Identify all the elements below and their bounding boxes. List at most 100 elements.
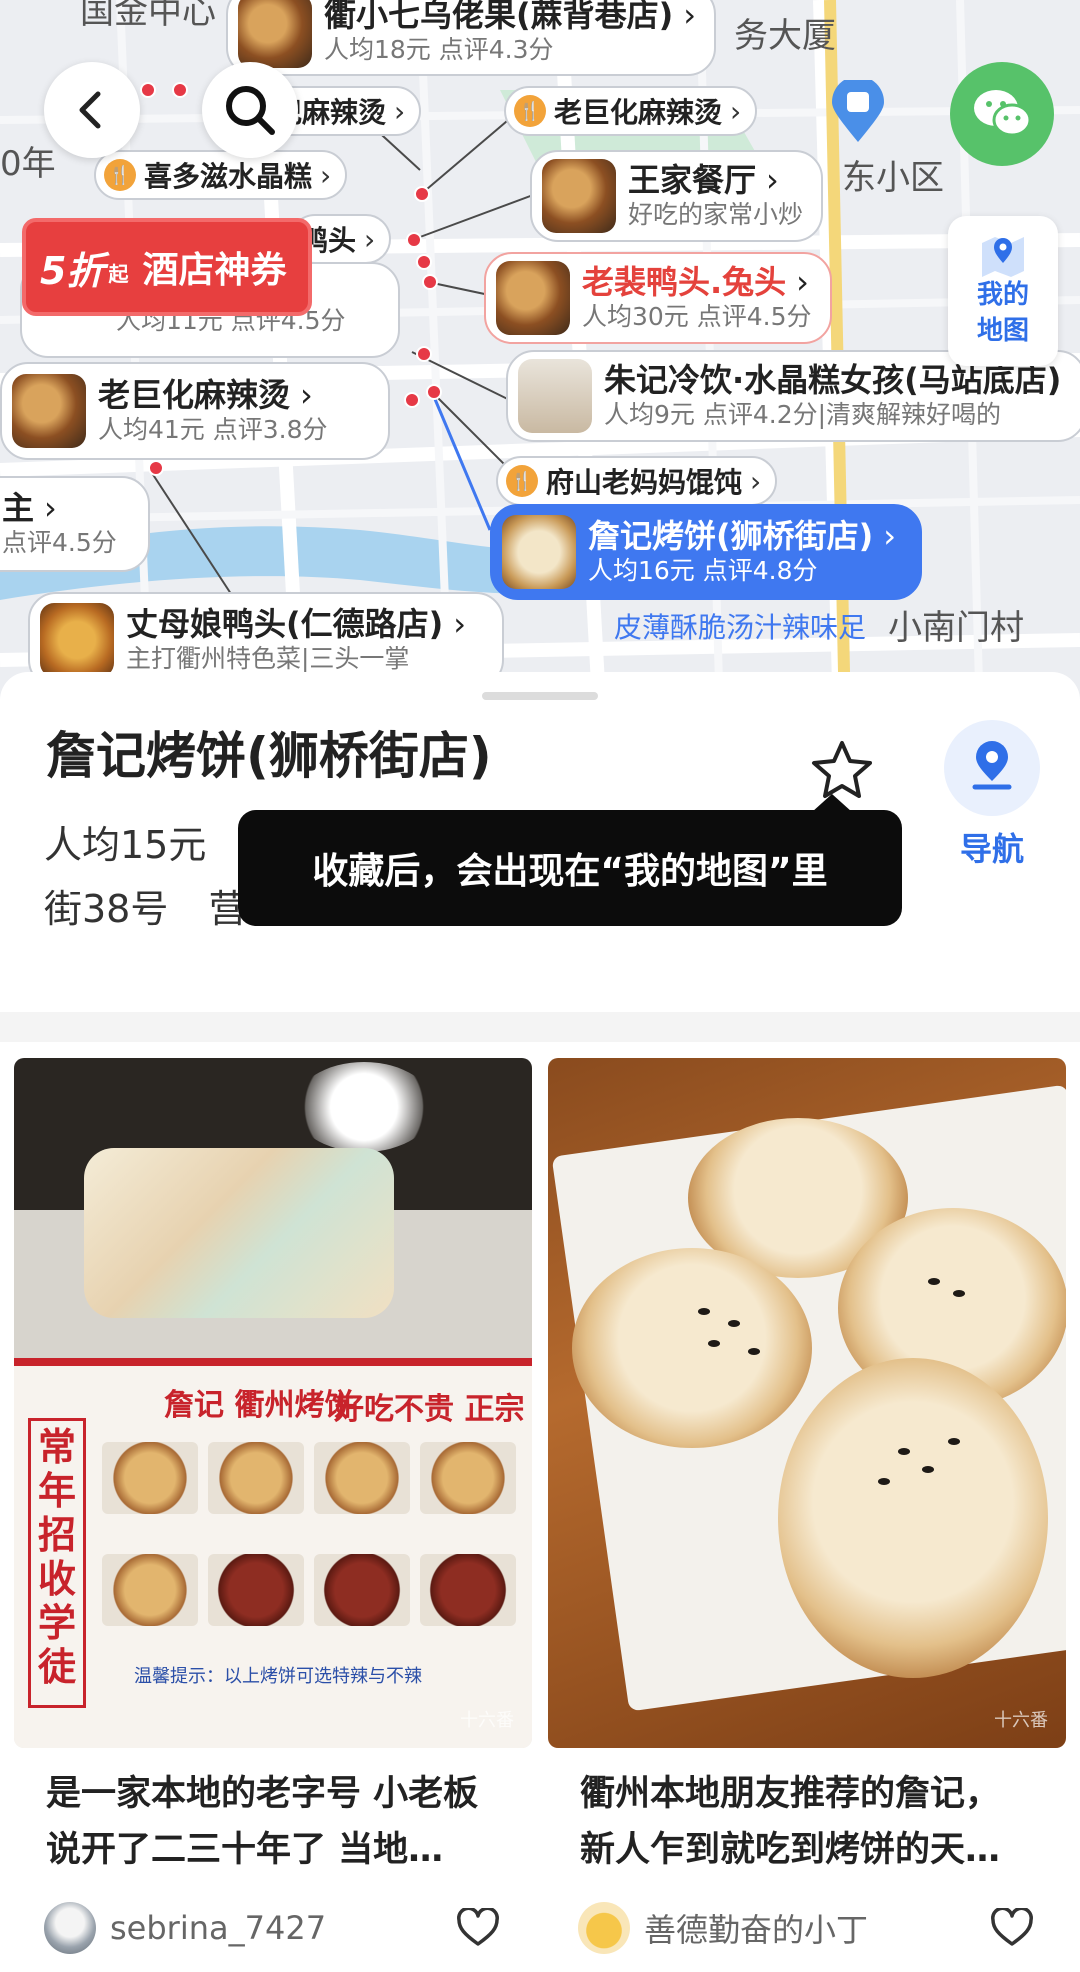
map-view[interactable]: 国金中心 务大厦 东小区 小南门村 0年 雷记麻辣烫 › 🍴 老巨化麻辣烫 › …	[0, 0, 1080, 720]
map-poi-pill[interactable]: 🍴 老巨化麻辣烫 ›	[504, 86, 758, 136]
navigate-button[interactable]	[944, 720, 1040, 816]
chevron-right-icon: ›	[796, 263, 809, 301]
note-caption: 衢州本地朋友推荐的詹记，新人乍到就吃到烤饼的天…	[580, 1774, 1001, 1870]
chevron-right-icon: ›	[730, 94, 742, 128]
my-map-label-line1: 我的	[976, 280, 1029, 310]
poi-pill-label: 老巨化麻辣烫	[554, 96, 723, 129]
board-tip: 温馨提示：以上烤饼可选特辣与不辣	[134, 1666, 422, 1687]
board-title: 詹记 衢州烤饼	[164, 1388, 355, 1423]
map-poi-pill[interactable]: 🍴 喜多滋水晶糕 ›	[94, 150, 348, 200]
chevron-right-icon: ›	[453, 605, 467, 643]
map-pin[interactable]	[416, 254, 432, 270]
map-area-label: 国金中心	[80, 0, 216, 32]
page-title: 詹记烤饼(狮桥街店)	[46, 727, 492, 785]
author-name[interactable]: 善德勤奋的小丁	[644, 1905, 988, 1951]
map-poi-pill[interactable]: 🍴 府山老妈妈馄饨 ›	[496, 456, 778, 506]
map-pin[interactable]	[414, 186, 430, 202]
hotel-coupon-banner[interactable]: 5折 起 酒店神券	[22, 218, 312, 316]
map-hint-text: 皮薄酥脆汤汁辣味足	[614, 611, 867, 644]
avatar[interactable]	[578, 1902, 630, 1954]
poi-thumbnail	[12, 374, 86, 448]
restaurant-icon: 🍴	[104, 159, 136, 191]
note-card[interactable]: 常年招收学徒 詹记 衢州烤饼 好吃不贵 正宗 温馨提示：以上烤饼可选特辣与不辣 …	[14, 1058, 532, 1956]
chevron-right-icon: ›	[883, 517, 897, 555]
transit-marker-icon	[832, 80, 884, 142]
back-button[interactable]	[44, 62, 140, 158]
sesame-seed	[878, 1478, 890, 1485]
note-card[interactable]: 十六番 衢州本地朋友推荐的詹记，新人乍到就吃到烤饼的天… 善德勤奋的小丁	[548, 1058, 1066, 1956]
chevron-right-icon: ›	[364, 222, 376, 256]
board-side-text: 常年招收学徒	[28, 1418, 86, 1708]
map-poi-card[interactable]: 衢小七乌佬果(蔴背巷店) › 人均18元 点评4.3分	[226, 0, 717, 76]
poi-card-sub: 主打衢州特色菜|三头一掌	[126, 644, 410, 673]
map-pin[interactable]	[172, 82, 188, 98]
note-caption: 是一家本地的老字号 小老板说开了二三十年了 当地…	[46, 1774, 479, 1870]
menu-item-image	[208, 1554, 304, 1626]
my-map-button[interactable]: 我的 地图	[948, 216, 1058, 366]
note-photo[interactable]: 常年招收学徒 詹记 衢州烤饼 好吃不贵 正宗 温馨提示：以上烤饼可选特辣与不辣 …	[14, 1058, 532, 1748]
chevron-right-icon: ›	[683, 0, 697, 34]
map-poi-card[interactable]: 老巨化麻辣烫 › 人均41元 点评3.8分	[0, 362, 390, 460]
map-pin[interactable]	[148, 460, 164, 476]
avatar[interactable]	[44, 1902, 96, 1954]
section-divider	[0, 1012, 1080, 1042]
sheet-drag-handle[interactable]	[482, 692, 598, 700]
poi-thumbnail	[496, 261, 570, 335]
sesame-seed	[728, 1320, 740, 1327]
price-per-person: 人均15元	[44, 823, 207, 867]
map-pin-icon	[982, 237, 1024, 277]
author-name[interactable]: sebrina_7427	[110, 1909, 454, 1947]
map-area-label: 东小区	[842, 158, 944, 198]
poi-card-title: 詹记烤饼(狮桥街店)	[588, 517, 874, 555]
poi-pill-label: 喜多滋水晶糕	[144, 160, 313, 193]
poi-card-title: 衢小七乌佬果(蔴背巷店)	[324, 0, 674, 34]
poi-pill-label: 府山老妈妈馄饨	[546, 466, 743, 499]
map-poi-card[interactable]: 主 › 点评4.5分	[0, 476, 150, 572]
air-conditioner-image	[84, 1148, 394, 1318]
poi-card-title: 丈母娘鸭头(仁德路店)	[126, 605, 444, 643]
search-button[interactable]	[202, 62, 298, 158]
poi-card-title: 主	[2, 489, 35, 527]
map-pin[interactable]	[404, 392, 420, 408]
map-pin[interactable]	[426, 384, 442, 400]
coupon-label: 酒店神券	[142, 250, 287, 291]
menu-item-image	[314, 1554, 410, 1626]
lamp-image	[294, 1062, 434, 1152]
poi-card-title: 老巨化麻辣烫	[98, 376, 291, 414]
poi-card-title: 朱记冷饮·水晶糕女孩(马站底店)	[604, 361, 1062, 399]
map-area-label: 小南门村	[888, 608, 1024, 648]
like-button[interactable]	[988, 1904, 1036, 1952]
map-pin[interactable]	[406, 232, 422, 248]
map-area-label: 务大厦	[734, 16, 836, 56]
poi-card-title: 老裴鸭头.兔头	[582, 263, 787, 301]
map-pin[interactable]	[140, 82, 156, 98]
navigation-pin-icon	[972, 741, 1012, 790]
sesame-seed	[748, 1348, 760, 1355]
map-poi-card[interactable]: 老裴鸭头.兔头 › 人均30元 点评4.5分	[484, 252, 832, 344]
wechat-share-button[interactable]	[950, 62, 1054, 166]
menu-item-image	[420, 1442, 516, 1514]
heart-icon	[991, 1908, 1033, 1946]
poi-thumbnail	[518, 359, 592, 433]
map-area-label: 0年	[0, 144, 56, 184]
sesame-seed	[953, 1290, 965, 1297]
coupon-discount: 5折	[40, 248, 105, 293]
menu-item-image	[102, 1442, 198, 1514]
like-button[interactable]	[454, 1904, 502, 1952]
poi-thumbnail	[542, 159, 616, 233]
chevron-right-icon: ›	[394, 94, 406, 128]
note-photo[interactable]: 十六番	[548, 1058, 1066, 1748]
map-pin[interactable]	[416, 346, 432, 362]
my-map-label-line2: 地图	[976, 316, 1029, 346]
menu-item-image	[314, 1442, 410, 1514]
photo-watermark: 十六番	[994, 1710, 1048, 1731]
poi-thumbnail	[238, 0, 312, 68]
map-pin[interactable]	[422, 274, 438, 290]
map-poi-card-selected[interactable]: 詹记烤饼(狮桥街店) › 人均16元 点评4.8分	[490, 504, 922, 600]
poi-card-title: 王家餐厅	[628, 161, 757, 199]
map-poi-card[interactable]: 王家餐厅 › 好吃的家常小炒	[530, 150, 824, 242]
chevron-right-icon: ›	[300, 376, 313, 414]
chevron-right-icon: ›	[750, 464, 762, 498]
navigate-label[interactable]: 导航	[944, 824, 1040, 870]
address-line: 街38号 营	[44, 878, 246, 933]
